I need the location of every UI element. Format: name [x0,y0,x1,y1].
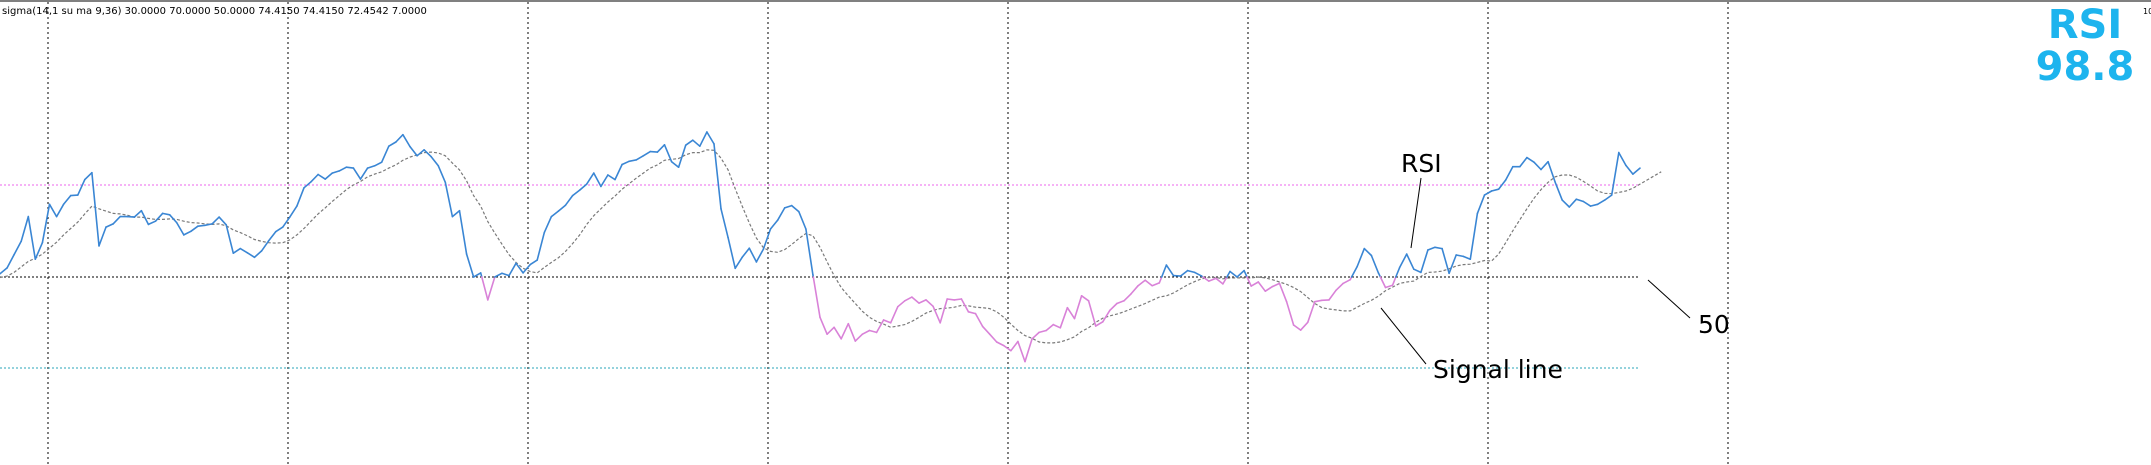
rsi-segment [126,215,136,218]
level-50-annotation-label: 50 [1698,310,1730,339]
rsi-segment [69,194,79,197]
rsi-badge-value: 98.8 [2036,44,2135,90]
rsi-segment [953,298,963,301]
chart-background [0,0,2151,465]
rsi-segment [946,298,956,301]
indicator-header-text: sigma(14,1 su ma 9,36) 30.0000 70.0000 5… [2,6,427,17]
rsi-badge-title: RSI [2048,2,2123,48]
rsi-segment [197,224,206,227]
rsi-segment [345,166,355,169]
rsi-indicator-chart: sigma(14,1 su ma 9,36) 30.0000 70.0000 5… [0,0,2151,465]
rsi-annotation-label: RSI [1401,149,1442,178]
rsi-segment [649,150,659,153]
right-edge-label: 10 [2143,7,2151,16]
signal-annotation-label: Signal line [1433,355,1563,384]
rsi-segment [1172,274,1182,277]
